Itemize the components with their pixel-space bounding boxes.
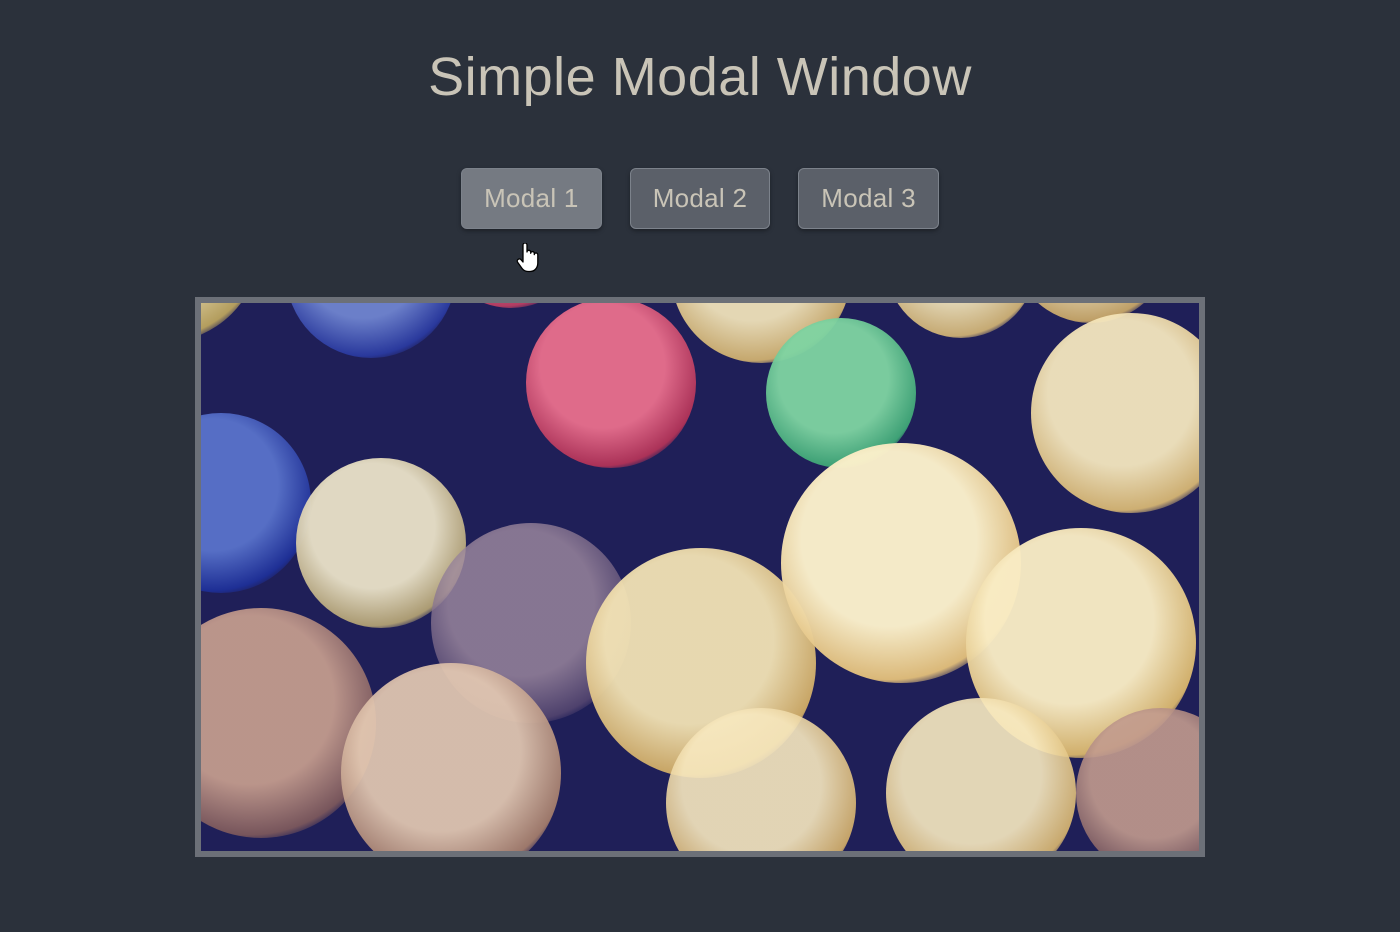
bokeh-blob [526,298,696,468]
bokeh-image-frame [195,297,1205,857]
bokeh-blob [886,297,1036,338]
modal-2-button[interactable]: Modal 2 [630,168,771,229]
page-container: Simple Modal Window Modal 1 Modal 2 Moda… [0,46,1400,857]
modal-3-button[interactable]: Modal 3 [798,168,939,229]
modal-1-button[interactable]: Modal 1 [461,168,602,229]
bokeh-blob [436,297,586,308]
bokeh-image [201,303,1199,851]
page-title: Simple Modal Window [0,46,1400,108]
button-row: Modal 1 Modal 2 Modal 3 [0,168,1400,229]
bokeh-blob [286,297,456,358]
bokeh-blob [1031,313,1205,513]
bokeh-blob [195,297,261,343]
bokeh-blob [195,413,311,593]
